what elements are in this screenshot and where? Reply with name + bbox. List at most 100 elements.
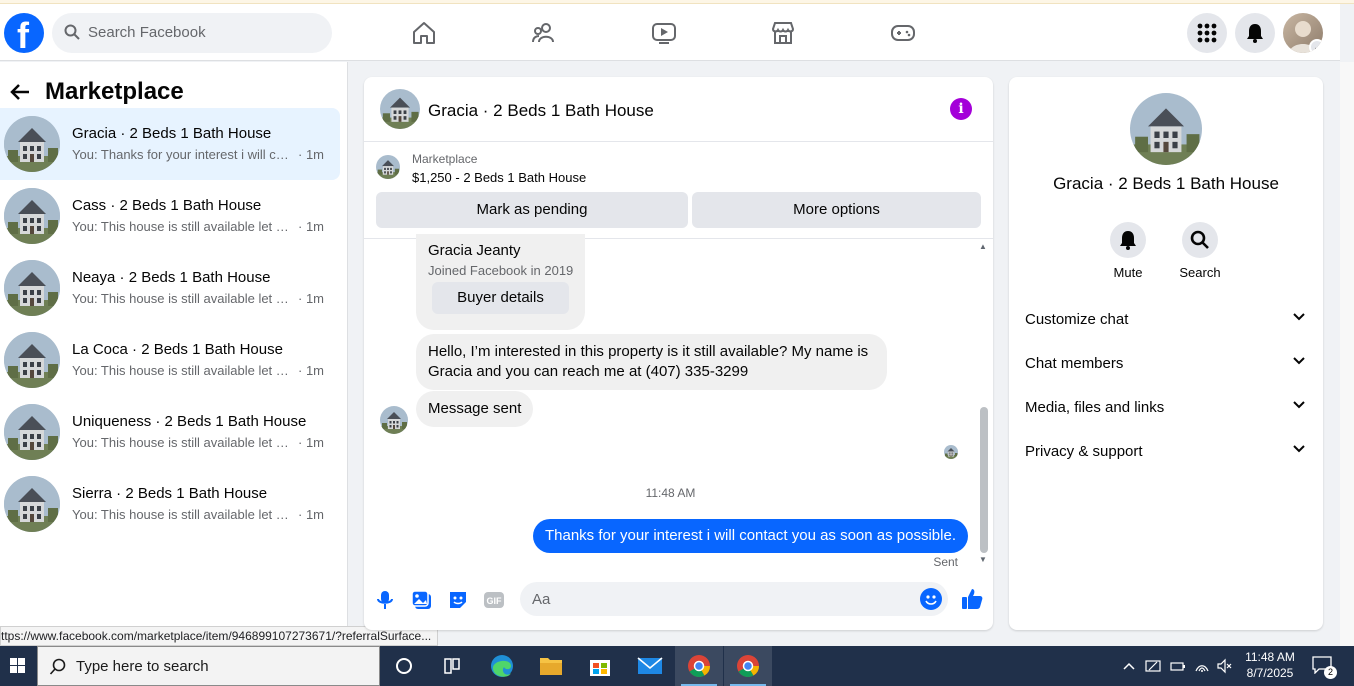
- conversation-thumbnail: [4, 116, 60, 172]
- chevron-down-icon: [1293, 445, 1305, 453]
- mail-icon[interactable]: [626, 646, 674, 686]
- outgoing-message: Thanks for your interest i will contact …: [532, 519, 968, 553]
- conversation-preview: You: Thanks for your interest i will con…: [72, 147, 294, 162]
- chat-title[interactable]: Gracia · 2 Beds 1 Bath House: [428, 101, 654, 121]
- details-name[interactable]: Gracia · 2 Beds 1 Bath House: [1009, 174, 1323, 194]
- privacy-support-section[interactable]: Privacy & support: [1025, 437, 1307, 467]
- conversation-item[interactable]: Cass · 2 Beds 1 Bath House You: This hous…: [0, 180, 340, 252]
- chat-scrollbar[interactable]: [980, 407, 988, 553]
- conversation-item[interactable]: Gracia · 2 Beds 1 Bath House You: Thanks …: [0, 108, 340, 180]
- conversation-item[interactable]: Neaya · 2 Beds 1 Bath House You: This hou…: [0, 252, 340, 324]
- scroll-down-arrow[interactable]: ▼: [978, 555, 988, 564]
- chrome-profile-icon[interactable]: [724, 646, 772, 686]
- facebook-logo-icon[interactable]: f: [4, 13, 44, 56]
- more-options-button[interactable]: More options: [692, 192, 981, 228]
- buyer-name: Gracia Jeanty: [428, 242, 521, 259]
- conversation-item[interactable]: Uniqueness · 2 Beds 1 Bath House You: Thi…: [0, 396, 340, 468]
- chevron-down-icon: [1293, 401, 1305, 409]
- chevron-down-icon: ⌄: [1309, 39, 1323, 53]
- page-title: Marketplace: [45, 78, 184, 105]
- conversation-name: Neaya · 2 Beds 1 Bath House: [72, 269, 271, 286]
- marketplace-icon[interactable]: [770, 20, 796, 46]
- home-icon[interactable]: [411, 20, 437, 46]
- conversation-time: · 1m: [298, 291, 324, 306]
- conversation-item[interactable]: La Coca · 2 Beds 1 Bath House You: This h…: [0, 324, 340, 396]
- watch-icon[interactable]: [651, 20, 677, 46]
- message-thread: Gracia Jeanty Joined Facebook in 2019 Bu…: [364, 234, 993, 570]
- conversation-thumbnail: [4, 260, 60, 316]
- listing-summary: Marketplace $1,250 - 2 Beds 1 Bath House…: [364, 143, 993, 239]
- chat-members-section[interactable]: Chat members: [1025, 349, 1307, 379]
- microphone-icon[interactable]: [374, 589, 396, 611]
- chevron-down-icon: [1293, 357, 1305, 365]
- start-button[interactable]: [0, 646, 36, 686]
- notifications-button[interactable]: [1235, 13, 1275, 53]
- conversation-preview: You: This house is still available let m…: [72, 219, 294, 234]
- page-scrollbar[interactable]: [1340, 62, 1354, 646]
- tray-chevron-up-icon[interactable]: [1121, 658, 1137, 674]
- conversation-item[interactable]: Sierra · 2 Beds 1 Bath House You: This ho…: [0, 468, 340, 540]
- conversation-name: Uniqueness · 2 Beds 1 Bath House: [72, 413, 307, 430]
- customize-chat-section[interactable]: Customize chat: [1025, 305, 1307, 335]
- notification-count: 2: [1324, 666, 1337, 679]
- clock-date: 8/7/2025: [1246, 666, 1294, 680]
- notifications-bell-icon: [1247, 24, 1263, 43]
- incoming-message: Hello, I’m interested in this property i…: [416, 334, 887, 390]
- volume-muted-icon[interactable]: [1216, 658, 1232, 674]
- conversation-time: · 1m: [298, 363, 324, 378]
- buyer-details-button[interactable]: Buyer details: [432, 282, 569, 314]
- search-in-conversation-button[interactable]: Search: [1170, 222, 1230, 280]
- cortana-icon[interactable]: [380, 646, 428, 686]
- sent-status: Sent: [933, 555, 958, 569]
- scroll-up-arrow[interactable]: ▲: [978, 242, 988, 251]
- windows-logo-icon: [10, 658, 25, 673]
- conversation-avatar[interactable]: [380, 89, 420, 129]
- listing-price[interactable]: $1,250 - 2 Beds 1 Bath House: [412, 170, 586, 185]
- wifi-icon[interactable]: [1194, 658, 1210, 674]
- media-files-links-section[interactable]: Media, files and links: [1025, 393, 1307, 423]
- conversation-preview: You: This house is still available let m…: [72, 291, 294, 306]
- info-icon[interactable]: i: [950, 98, 972, 120]
- conversation-preview: You: This house is still available let m…: [72, 507, 294, 522]
- conversation-name: Sierra · 2 Beds 1 Bath House: [72, 485, 268, 502]
- task-view-icon[interactable]: [428, 646, 476, 686]
- message-input[interactable]: Aa: [520, 582, 948, 616]
- battery-icon[interactable]: [1170, 658, 1186, 674]
- file-explorer-icon[interactable]: [527, 646, 575, 686]
- conversation-thumbnail: [4, 476, 60, 532]
- sticker-icon[interactable]: [447, 589, 469, 611]
- back-arrow-icon[interactable]: [8, 80, 32, 111]
- section-label: Chat members: [1025, 355, 1124, 372]
- mute-button[interactable]: Mute: [1098, 222, 1158, 280]
- search-icon: [49, 658, 66, 675]
- chat-panel: Gracia · 2 Beds 1 Bath House i Marketpla…: [364, 77, 993, 630]
- listing-thumbnail[interactable]: [376, 155, 400, 179]
- store-icon[interactable]: [576, 646, 624, 686]
- search-icon: [1190, 230, 1209, 249]
- emoji-icon[interactable]: [920, 588, 942, 610]
- taskbar-search-input[interactable]: Type here to search: [37, 646, 380, 686]
- thumbs-up-icon[interactable]: [960, 587, 984, 611]
- system-clock[interactable]: 11:48 AM 8/7/2025: [1232, 649, 1308, 681]
- conversation-thumbnail: [4, 188, 60, 244]
- photo-icon[interactable]: [411, 589, 433, 611]
- windows-taskbar: Type here to search 11:48 AM 8/7/2025 2: [0, 646, 1354, 686]
- network-status-icon[interactable]: [1145, 658, 1161, 674]
- notification-center-button[interactable]: 2: [1312, 656, 1337, 679]
- search-placeholder: Search Facebook: [88, 24, 206, 41]
- conversation-details-panel: Gracia · 2 Beds 1 Bath House Mute Search…: [1009, 77, 1323, 630]
- search-input[interactable]: Search Facebook: [52, 13, 332, 53]
- account-avatar[interactable]: ⌄: [1283, 13, 1323, 53]
- gaming-icon[interactable]: [890, 20, 916, 46]
- details-avatar[interactable]: [1130, 93, 1202, 165]
- marketplace-sidebar: Marketplace Gracia · 2 Beds 1 Bath House…: [0, 62, 348, 646]
- conversation-time: · 1m: [298, 435, 324, 450]
- mark-as-pending-button[interactable]: Mark as pending: [376, 192, 688, 228]
- chrome-icon[interactable]: [675, 646, 723, 686]
- edge-icon[interactable]: [478, 646, 526, 686]
- gif-icon[interactable]: GIF: [483, 589, 505, 611]
- sender-avatar[interactable]: [380, 406, 408, 434]
- menu-grid-button[interactable]: [1187, 13, 1227, 53]
- friends-icon[interactable]: [531, 20, 557, 46]
- conversation-name: La Coca · 2 Beds 1 Bath House: [72, 341, 283, 358]
